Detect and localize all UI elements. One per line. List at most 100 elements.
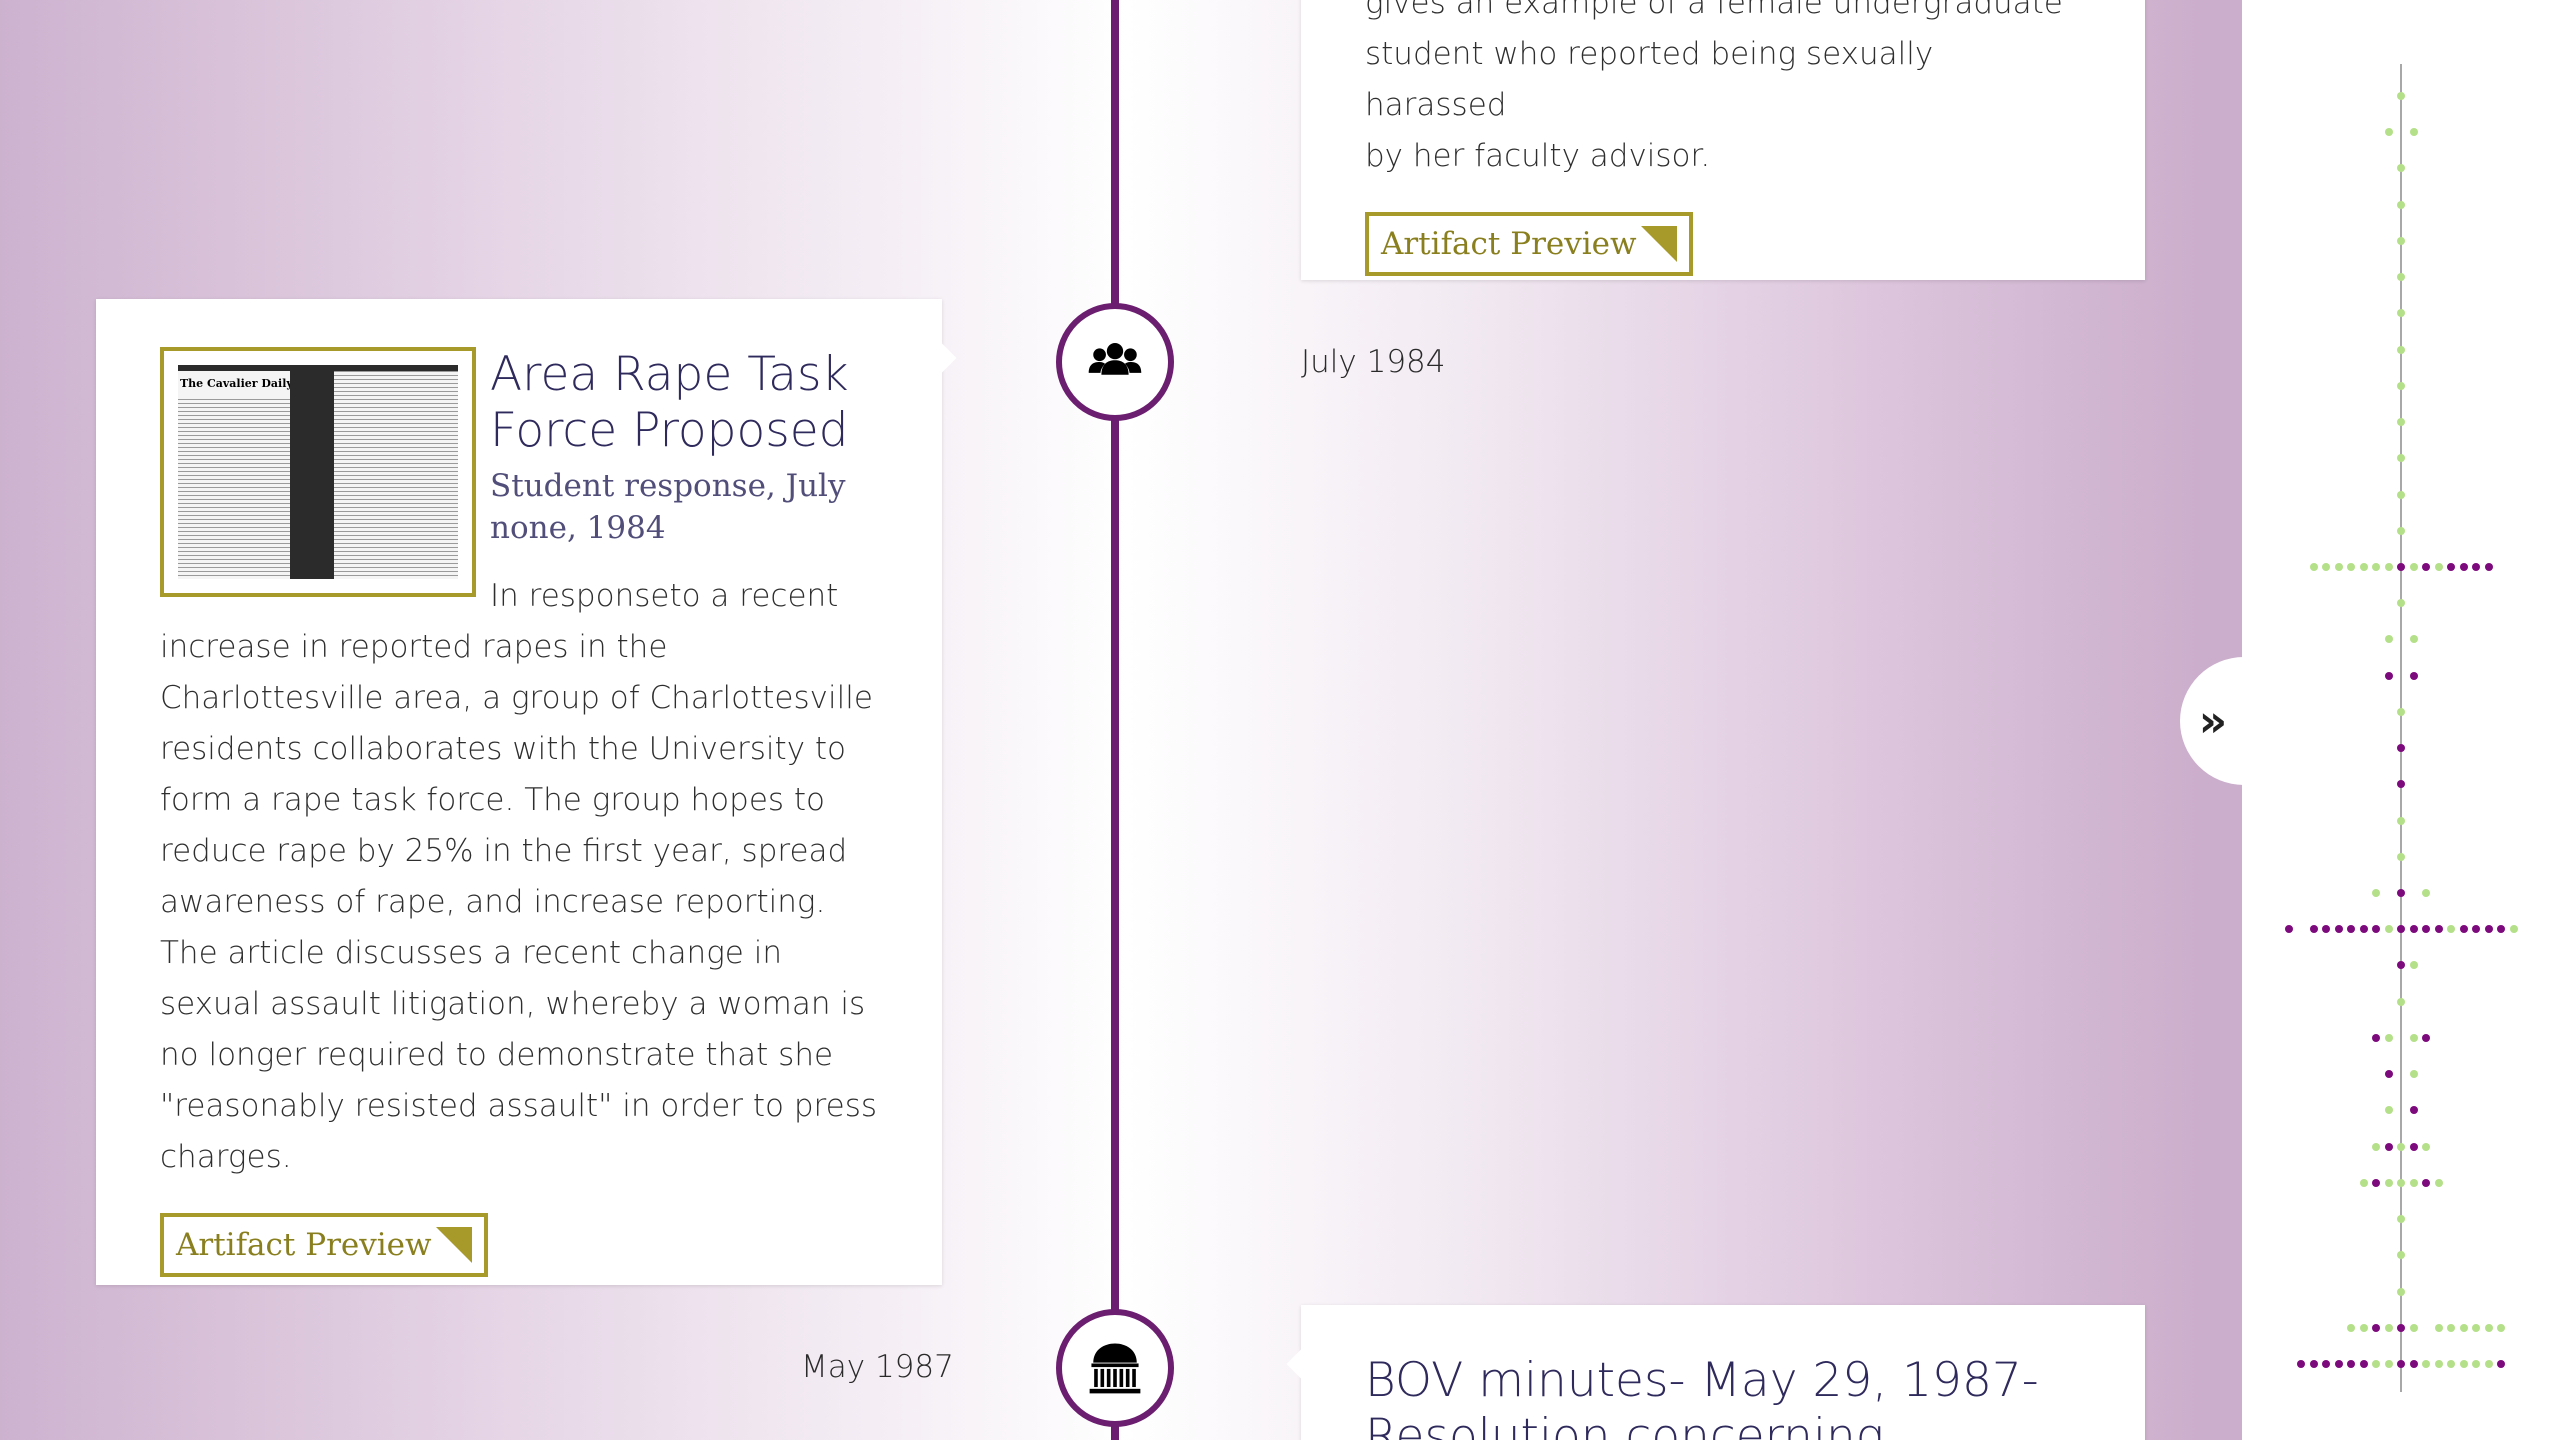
event-dot-purple[interactable]: [2484, 562, 2493, 571]
event-dot-green[interactable]: [2372, 562, 2380, 571]
event-dot-green[interactable]: [2309, 562, 2318, 571]
event-dot-green[interactable]: [2459, 1360, 2468, 1368]
event-dot-green[interactable]: [2409, 1178, 2418, 1187]
event-dot-green[interactable]: [2397, 707, 2405, 716]
event-dot-green[interactable]: [2409, 1070, 2418, 1079]
event-dot-purple[interactable]: [2372, 1323, 2380, 1332]
event-dot-green[interactable]: [2409, 1323, 2418, 1332]
event-dot-green[interactable]: [2472, 1360, 2480, 1368]
event-dot-green[interactable]: [2434, 1360, 2443, 1368]
event-dot-purple[interactable]: [2484, 925, 2493, 934]
event-dot-green[interactable]: [2459, 1323, 2468, 1332]
event-dot-green[interactable]: [2447, 1323, 2455, 1332]
event-dot-green[interactable]: [2384, 562, 2393, 571]
event-dot-green[interactable]: [2372, 1360, 2380, 1368]
event-dot-green[interactable]: [2509, 925, 2518, 934]
event-dot-purple[interactable]: [2459, 925, 2468, 934]
event-dot-purple[interactable]: [2447, 562, 2455, 571]
event-dot-green[interactable]: [2384, 1360, 2393, 1368]
event-dot-purple[interactable]: [2409, 1106, 2418, 1115]
event-dot-green[interactable]: [2397, 490, 2405, 499]
event-dot-green[interactable]: [2397, 345, 2405, 354]
event-dot-purple[interactable]: [2309, 925, 2318, 934]
event-dot-purple[interactable]: [2284, 925, 2293, 934]
event-dot-purple[interactable]: [2372, 1033, 2380, 1042]
event-dot-green[interactable]: [2434, 1178, 2443, 1187]
event-dot-green[interactable]: [2384, 925, 2393, 934]
event-dot-green[interactable]: [2372, 889, 2380, 898]
event-dot-green[interactable]: [2484, 1360, 2493, 1368]
event-dot-purple[interactable]: [2397, 562, 2405, 571]
event-dot-green[interactable]: [2397, 418, 2405, 427]
event-dot-purple[interactable]: [2409, 671, 2418, 680]
event-dot-green[interactable]: [2384, 1106, 2393, 1115]
event-dot-green[interactable]: [2384, 1033, 2393, 1042]
event-dot-green[interactable]: [2397, 816, 2405, 825]
event-dot-green[interactable]: [2384, 1178, 2393, 1187]
event-dot-green[interactable]: [2422, 1142, 2430, 1151]
event-dot-green[interactable]: [2397, 92, 2405, 100]
event-dot-purple[interactable]: [2409, 1360, 2418, 1368]
event-dot-green[interactable]: [2359, 1178, 2368, 1187]
event-dot-purple[interactable]: [2409, 925, 2418, 934]
event-dot-green[interactable]: [2397, 1178, 2405, 1187]
event-dot-purple[interactable]: [2434, 925, 2443, 934]
event-dot-purple[interactable]: [2422, 1033, 2430, 1042]
event-dot-green[interactable]: [2347, 1323, 2355, 1332]
artifact-thumbnail[interactable]: The Cavalier Daily: [160, 347, 476, 597]
event-dot-green[interactable]: [2397, 200, 2405, 209]
event-dot-purple[interactable]: [2334, 925, 2343, 934]
event-dot-green[interactable]: [2322, 562, 2330, 571]
event-dot-purple[interactable]: [2422, 562, 2430, 571]
event-dot-green[interactable]: [2334, 562, 2343, 571]
event-dot-green[interactable]: [2434, 1323, 2443, 1332]
event-dot-green[interactable]: [2359, 562, 2368, 571]
event-dot-purple[interactable]: [2384, 1142, 2393, 1151]
event-dot-green[interactable]: [2384, 128, 2393, 137]
event-dot-purple[interactable]: [2397, 1360, 2405, 1368]
event-dot-green[interactable]: [2347, 562, 2355, 571]
event-dot-purple[interactable]: [2322, 1360, 2330, 1368]
event-dot-green[interactable]: [2397, 236, 2405, 245]
event-dot-green[interactable]: [2397, 1287, 2405, 1296]
event-dot-purple[interactable]: [2359, 925, 2368, 934]
event-dot-green[interactable]: [2397, 381, 2405, 390]
timeline-node-student-response[interactable]: [1056, 303, 1174, 421]
event-dot-green[interactable]: [2472, 1323, 2480, 1332]
event-dot-purple[interactable]: [2497, 1360, 2505, 1368]
event-dot-green[interactable]: [2434, 562, 2443, 571]
artifact-preview-button[interactable]: Artifact Preview: [1365, 212, 1693, 276]
event-dot-purple[interactable]: [2334, 1360, 2343, 1368]
event-dot-green[interactable]: [2359, 1323, 2368, 1332]
event-dot-purple[interactable]: [2384, 1070, 2393, 1079]
event-dot-purple[interactable]: [2359, 1360, 2368, 1368]
event-dot-purple[interactable]: [2384, 671, 2393, 680]
event-dot-purple[interactable]: [2297, 1360, 2305, 1368]
event-dot-purple[interactable]: [2422, 1178, 2430, 1187]
event-dot-green[interactable]: [2409, 128, 2418, 137]
event-dot-green[interactable]: [2409, 562, 2418, 571]
event-dot-green[interactable]: [2409, 1033, 2418, 1042]
event-dot-green[interactable]: [2447, 1360, 2455, 1368]
event-dot-purple[interactable]: [2309, 1360, 2318, 1368]
artifact-preview-button[interactable]: Artifact Preview: [160, 1213, 488, 1277]
event-dot-green[interactable]: [2384, 1323, 2393, 1332]
event-dot-green[interactable]: [2397, 526, 2405, 535]
event-dot-green[interactable]: [2397, 1142, 2405, 1151]
event-dot-purple[interactable]: [2409, 1142, 2418, 1151]
event-dot-purple[interactable]: [2347, 1360, 2355, 1368]
event-dot-green[interactable]: [2497, 1323, 2505, 1332]
event-dot-green[interactable]: [2422, 1360, 2430, 1368]
event-dot-purple[interactable]: [2397, 889, 2405, 898]
event-dot-purple[interactable]: [2472, 562, 2480, 571]
event-dot-green[interactable]: [2397, 997, 2405, 1006]
event-dot-purple[interactable]: [2397, 1323, 2405, 1332]
event-dot-green[interactable]: [2384, 635, 2393, 644]
event-dot-green[interactable]: [2397, 852, 2405, 861]
event-dot-green[interactable]: [2484, 1323, 2493, 1332]
timeline-node-bov[interactable]: [1056, 1309, 1174, 1427]
event-dot-green[interactable]: [2409, 635, 2418, 644]
sidebar-toggle-button[interactable]: »: [2180, 657, 2246, 785]
event-dot-green[interactable]: [2422, 889, 2430, 898]
event-dot-purple[interactable]: [2372, 1178, 2380, 1187]
